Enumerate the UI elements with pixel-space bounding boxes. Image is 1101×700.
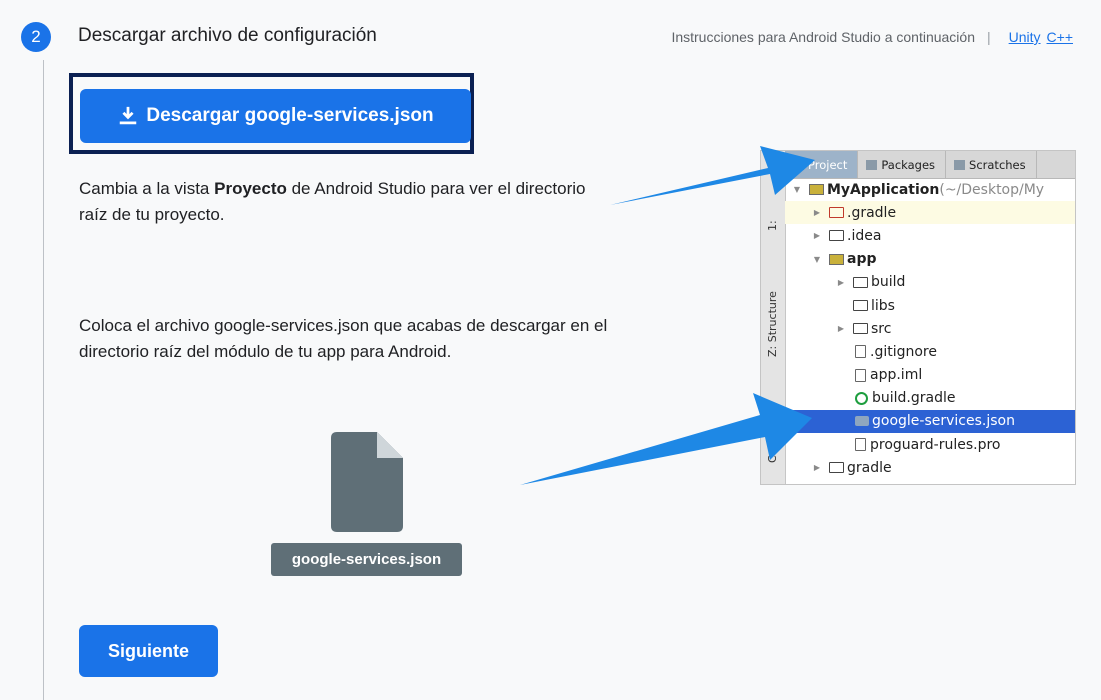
collapse-arrow-icon: ▼ (813, 254, 821, 264)
iml-file-icon (855, 368, 866, 382)
side-label-project: 1: (766, 220, 779, 231)
module-folder-icon (809, 184, 824, 196)
collapse-arrow-icon: ▼ (793, 185, 801, 195)
tree-row-build[interactable]: ▶ build (785, 271, 1075, 294)
separator: | (986, 29, 991, 45)
tree-row-src[interactable]: ▶ src (785, 317, 1075, 340)
json-file-icon (855, 416, 869, 427)
step-number-badge: 2 (21, 22, 51, 52)
folder-icon (853, 300, 868, 312)
cpp-link[interactable]: C++ (1047, 29, 1073, 45)
expand-arrow-icon: ▶ (837, 324, 845, 334)
ide-tab-bar: Project Packages Scratches (785, 151, 1075, 179)
tree-row-gitignore[interactable]: .gitignore (785, 340, 1075, 363)
expand-arrow-icon: ▶ (813, 463, 821, 473)
download-icon (120, 106, 137, 125)
file-icon (855, 438, 866, 452)
tree-row-google-services-json[interactable]: google-services.json (785, 409, 1075, 434)
project-tab-icon (793, 159, 804, 170)
side-label-captures: Captures (766, 413, 779, 463)
tree-row-app-iml[interactable]: app.iml (785, 364, 1075, 387)
step-connector-line (43, 60, 44, 700)
side-label-structure: Z: Structure (766, 291, 779, 357)
tree-row-libs[interactable]: libs (785, 294, 1075, 317)
tree-row-idea[interactable]: ▶ .idea (785, 224, 1075, 247)
instructions-paragraph-2: Coloca el archivo google-services.json q… (79, 316, 608, 361)
folder-icon (829, 462, 844, 474)
expand-arrow-icon: ▶ (813, 231, 821, 241)
file-icon (331, 432, 403, 532)
expand-arrow-icon: ▶ (837, 277, 845, 287)
packages-tab-icon (866, 159, 878, 170)
tree-row-proguard[interactable]: proguard-rules.pro (785, 433, 1075, 456)
tab-packages[interactable]: Packages (858, 151, 947, 178)
download-button-label: Descargar google-services.json (146, 105, 434, 126)
tree-row-gradle[interactable]: ▶ gradle (785, 456, 1075, 479)
tree-row-app[interactable]: ▼ app (785, 248, 1075, 271)
next-button[interactable]: Siguiente (79, 625, 218, 677)
module-folder-icon (829, 253, 844, 265)
file-name-label: google-services.json (271, 543, 462, 576)
scratches-tab-icon (954, 159, 966, 170)
folder-icon (829, 207, 844, 219)
tree-row-myapplication[interactable]: ▼ MyApplication (~/Desktop/My (785, 178, 1075, 201)
tree-row-build-gradle[interactable]: build.gradle (785, 387, 1075, 410)
folder-icon (853, 276, 868, 288)
instructions-paragraph-1: Cambia a la vista Proyecto de Android St… (79, 179, 586, 224)
gradle-icon (855, 391, 868, 405)
step-title: Descargar archivo de configuración (78, 25, 377, 46)
unity-link[interactable]: Unity (1009, 29, 1041, 45)
ide-side-toolbar: 1: Z: Structure Captures (761, 151, 786, 484)
tab-scratches[interactable]: Scratches (946, 151, 1037, 178)
platform-links: Instrucciones para Android Studio a cont… (671, 29, 1073, 45)
download-config-button[interactable]: Descargar google-services.json (80, 89, 471, 143)
expand-arrow-icon: ▶ (813, 208, 821, 218)
instructions-note: Instrucciones para Android Studio a cont… (671, 29, 975, 45)
tree-row-gradle-dir[interactable]: ▶ .gradle (785, 201, 1075, 225)
folder-icon (829, 230, 844, 242)
file-icon (855, 345, 866, 359)
android-studio-project-panel: 1: Z: Structure Captures Project Package… (760, 150, 1076, 485)
tab-project[interactable]: Project (785, 151, 859, 178)
project-tree: ▼ MyApplication (~/Desktop/My ▶ .gradle ▶.… (785, 178, 1075, 484)
folder-icon (853, 323, 868, 335)
